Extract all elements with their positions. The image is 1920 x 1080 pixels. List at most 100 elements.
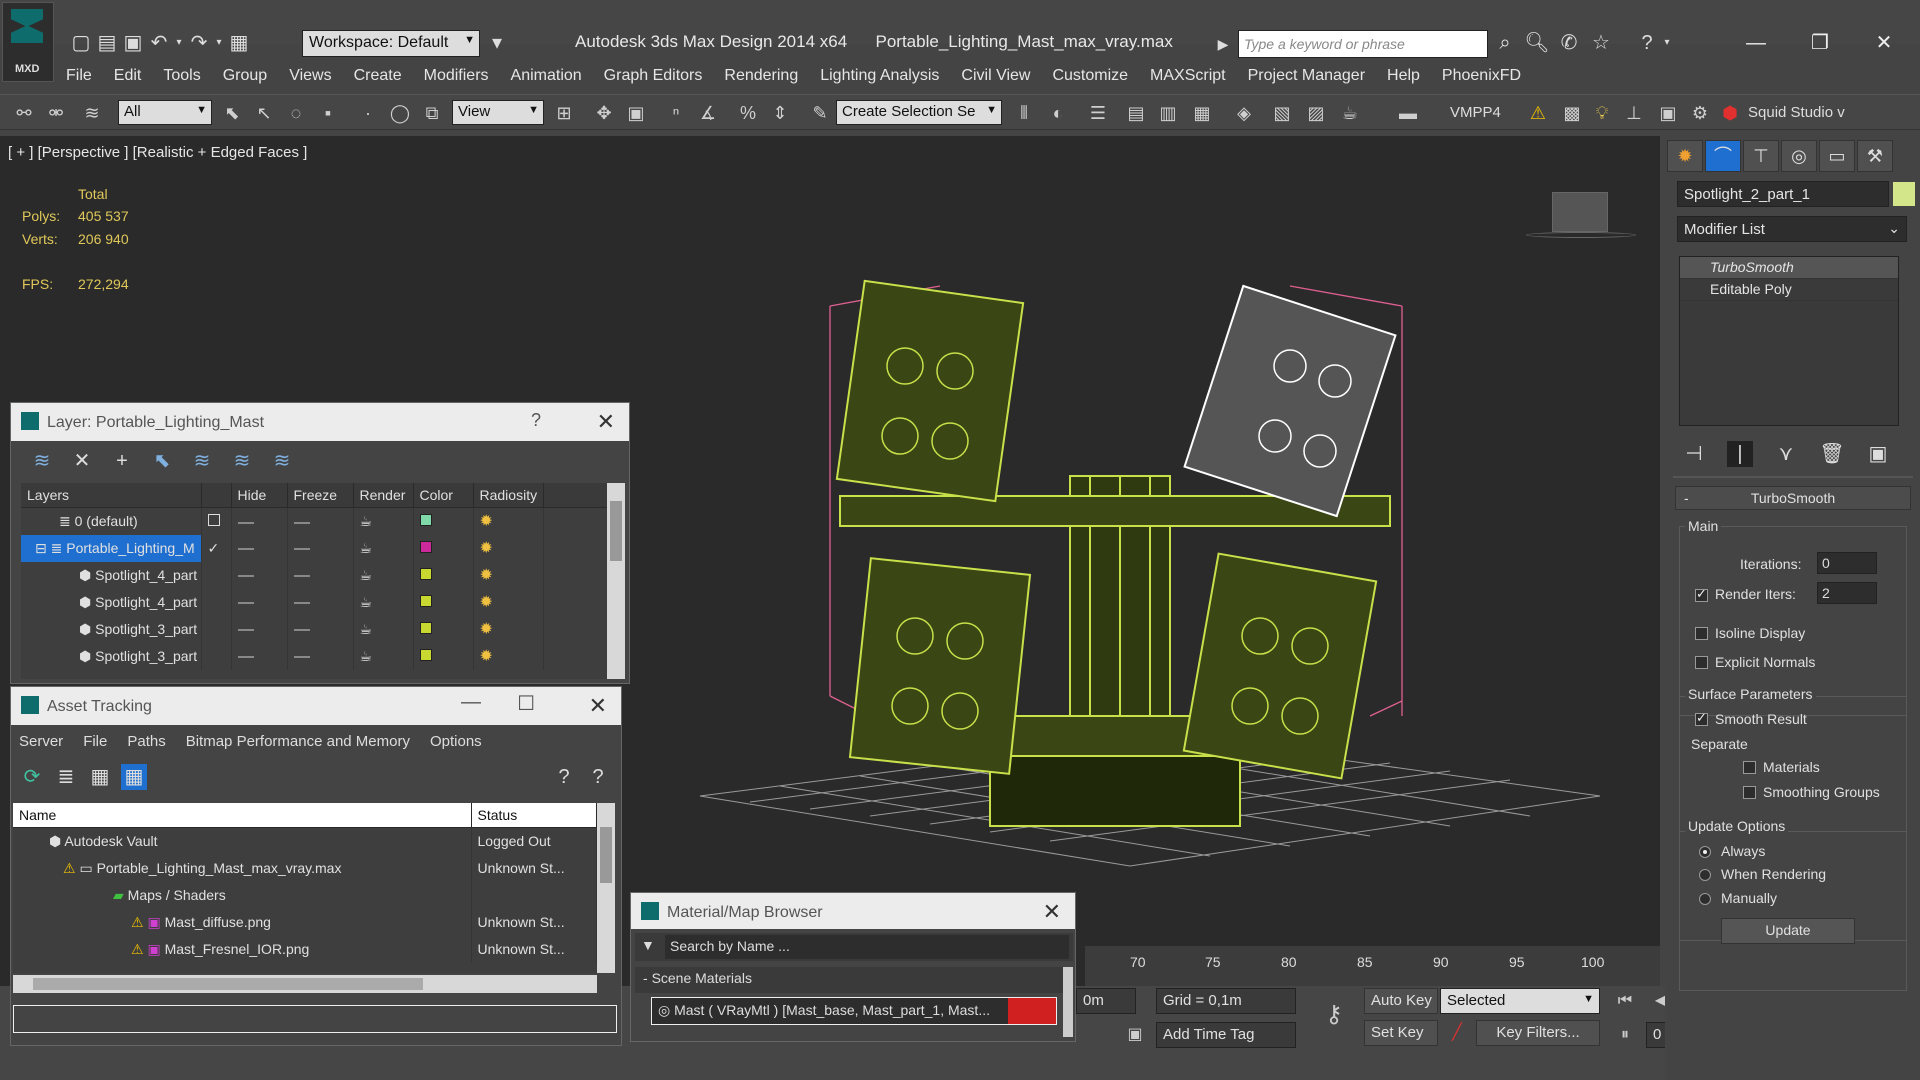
update-button[interactable]: Update	[1721, 918, 1855, 944]
thumbnail-view-icon[interactable]: ▦	[87, 764, 113, 790]
select-move-icon[interactable]: ·	[356, 101, 380, 125]
freeze-toggle[interactable]	[293, 629, 310, 632]
radiosity-bulb-icon[interactable]: ✹	[480, 540, 493, 557]
redo-icon[interactable]: ↷	[186, 30, 212, 56]
radiosity-bulb-icon[interactable]: ✹	[480, 648, 493, 665]
show-end-result-icon[interactable]: |	[1727, 441, 1753, 467]
menu-edit[interactable]: Edit	[114, 67, 142, 85]
select-object-icon[interactable]: ⬉	[220, 101, 244, 125]
hide-toggle[interactable]	[237, 521, 254, 524]
set-key-button[interactable]: Set Key	[1364, 1020, 1438, 1046]
axis-icon[interactable]: ⊥	[1622, 101, 1646, 125]
teapot-icon[interactable]: ☕	[353, 507, 414, 535]
stack-item-turbosmooth[interactable]: TurboSmooth	[1680, 257, 1898, 279]
named-selection-dropdown[interactable]: Create Selection Se ▼	[836, 100, 1002, 125]
refresh-icon[interactable]: ⟳	[19, 764, 45, 790]
freeze-toggle[interactable]	[293, 656, 310, 659]
freeze-toggle[interactable]	[293, 521, 310, 524]
hide-toggle[interactable]	[237, 629, 254, 632]
communication-icon[interactable]: ✆	[1556, 30, 1582, 56]
open-file-icon[interactable]: ▤	[94, 30, 120, 56]
schematic-view-icon[interactable]: ▦	[1190, 101, 1214, 125]
menu-modifiers[interactable]: Modifiers	[424, 67, 489, 85]
pin-stack-icon[interactable]: ⊣	[1681, 441, 1707, 467]
binoculars-icon[interactable]: ⌕	[1492, 30, 1518, 56]
menu-graph-editors[interactable]: Graph Editors	[604, 67, 703, 85]
update-always-radio[interactable]	[1699, 846, 1711, 858]
help-icon[interactable]: ?	[551, 764, 577, 790]
hide-toggle[interactable]	[237, 602, 254, 605]
teapot-icon[interactable]: ☕	[353, 561, 414, 589]
col-render[interactable]: Render	[353, 483, 414, 508]
table-row[interactable]: ▰ Maps / Shaders	[13, 881, 597, 909]
link-icon[interactable]: ⚯	[12, 101, 36, 125]
menu-animation[interactable]: Animation	[511, 67, 582, 85]
select-manipulate-icon[interactable]: ✥	[592, 101, 616, 125]
vmpp-label[interactable]: VMPP4	[1450, 104, 1501, 121]
freeze-toggle[interactable]	[293, 548, 310, 551]
menu-project-manager[interactable]: Project Manager	[1248, 67, 1365, 85]
keyword-search-input[interactable]: Type a keyword or phrase	[1238, 30, 1488, 58]
col-status[interactable]: Status	[471, 803, 597, 828]
stack-item-editable-poly[interactable]: Editable Poly	[1680, 279, 1898, 301]
layer-color-swatch[interactable]	[419, 622, 432, 634]
asset-horizontal-scrollbar[interactable]	[13, 975, 597, 993]
rendered-frame-window-icon[interactable]: ▨	[1304, 101, 1328, 125]
menu-file[interactable]: File	[66, 67, 92, 85]
selection-region-icon[interactable]: ◌	[284, 101, 308, 125]
menu-lighting-analysis[interactable]: Lighting Analysis	[820, 67, 939, 85]
render-iters-checkbox[interactable]	[1695, 586, 1708, 602]
window-crossing-icon[interactable]: ▪	[316, 101, 340, 125]
image-icon[interactable]: ▩	[1560, 101, 1584, 125]
minimize-icon[interactable]: —	[461, 691, 481, 714]
menu-maxscript[interactable]: MAXScript	[1150, 67, 1226, 85]
material-search-input[interactable]: Search by Name ...	[665, 935, 1069, 959]
pivot-center-icon[interactable]: ⊞	[552, 101, 576, 125]
table-view-icon[interactable]: ▦	[121, 764, 147, 790]
squid-studio-icon[interactable]: ⬢	[1718, 101, 1742, 125]
select-in-layer-icon[interactable]: ⬉	[149, 448, 175, 474]
minimize-button[interactable]: —	[1736, 28, 1776, 58]
expand-arrow-icon[interactable]: ▶	[1210, 31, 1236, 57]
layer-scrollbar[interactable]	[607, 483, 625, 679]
material-browser-titlebar[interactable]: Material/Map Browser ✕	[631, 893, 1075, 929]
teapot-icon[interactable]: ☕	[353, 588, 414, 616]
viewport-label[interactable]: [ + ] [Perspective ] [Realistic + Edged …	[8, 144, 307, 161]
scrollbar-thumb[interactable]	[33, 978, 423, 990]
teapot-icon[interactable]: ☕	[353, 534, 414, 562]
help-icon[interactable]: ?	[531, 410, 541, 431]
create-tab-icon[interactable]: ✹	[1667, 140, 1703, 172]
curve-editor-icon[interactable]: ▥	[1156, 101, 1180, 125]
col-freeze[interactable]: Freeze	[287, 483, 354, 508]
object-color-swatch[interactable]	[1893, 182, 1915, 206]
coordinate-field[interactable]: 0m	[1076, 988, 1136, 1014]
project-folder-icon[interactable]: ▦	[226, 30, 252, 56]
asset-vertical-scrollbar[interactable]	[597, 803, 615, 973]
layer-manager-icon[interactable]: ☰	[1086, 101, 1110, 125]
new-layer-icon[interactable]: ≋	[29, 448, 55, 474]
hide-toggle[interactable]	[237, 575, 254, 578]
iterations-spinner[interactable]: 0	[1817, 552, 1877, 574]
make-unique-icon[interactable]: ⋎	[1773, 441, 1799, 467]
table-row[interactable]: ⊟ ≣ Portable_Lighting_M ✓ ☕ ✹	[21, 534, 609, 562]
highlight-layer-icon[interactable]: ≋	[189, 448, 215, 474]
hide-toggle[interactable]	[237, 656, 254, 659]
material-editor-icon[interactable]: ◈	[1232, 101, 1256, 125]
maximize-icon[interactable]: ☐	[517, 691, 535, 716]
smooth-result-checkbox[interactable]	[1695, 710, 1708, 726]
menu-phoenixfd[interactable]: PhoenixFD	[1442, 67, 1521, 85]
modify-tab-icon[interactable]: ⌒	[1705, 140, 1741, 172]
undo-icon[interactable]: ↶	[146, 30, 172, 56]
table-row[interactable]: ⚠ ▣ Mast_Fresnel_IOR.png Unknown St...	[13, 935, 597, 963]
hierarchy-tab-icon[interactable]: ⊤	[1743, 140, 1779, 172]
selection-filter-dropdown[interactable]: All ▼	[118, 100, 212, 125]
remove-modifier-icon[interactable]: 🗑︎	[1819, 441, 1845, 467]
table-row[interactable]: ⬢ Spotlight_3_part ☕ ✹	[21, 642, 609, 670]
asset-menu-file[interactable]: File	[83, 733, 107, 750]
current-layer-box[interactable]	[207, 514, 220, 527]
bind-space-warp-icon[interactable]: ≋	[80, 101, 104, 125]
layer-color-swatch[interactable]	[419, 649, 432, 661]
material-browser-scrollbar[interactable]	[1063, 967, 1073, 1037]
menu-tools[interactable]: Tools	[163, 67, 200, 85]
menu-help[interactable]: Help	[1387, 67, 1420, 85]
